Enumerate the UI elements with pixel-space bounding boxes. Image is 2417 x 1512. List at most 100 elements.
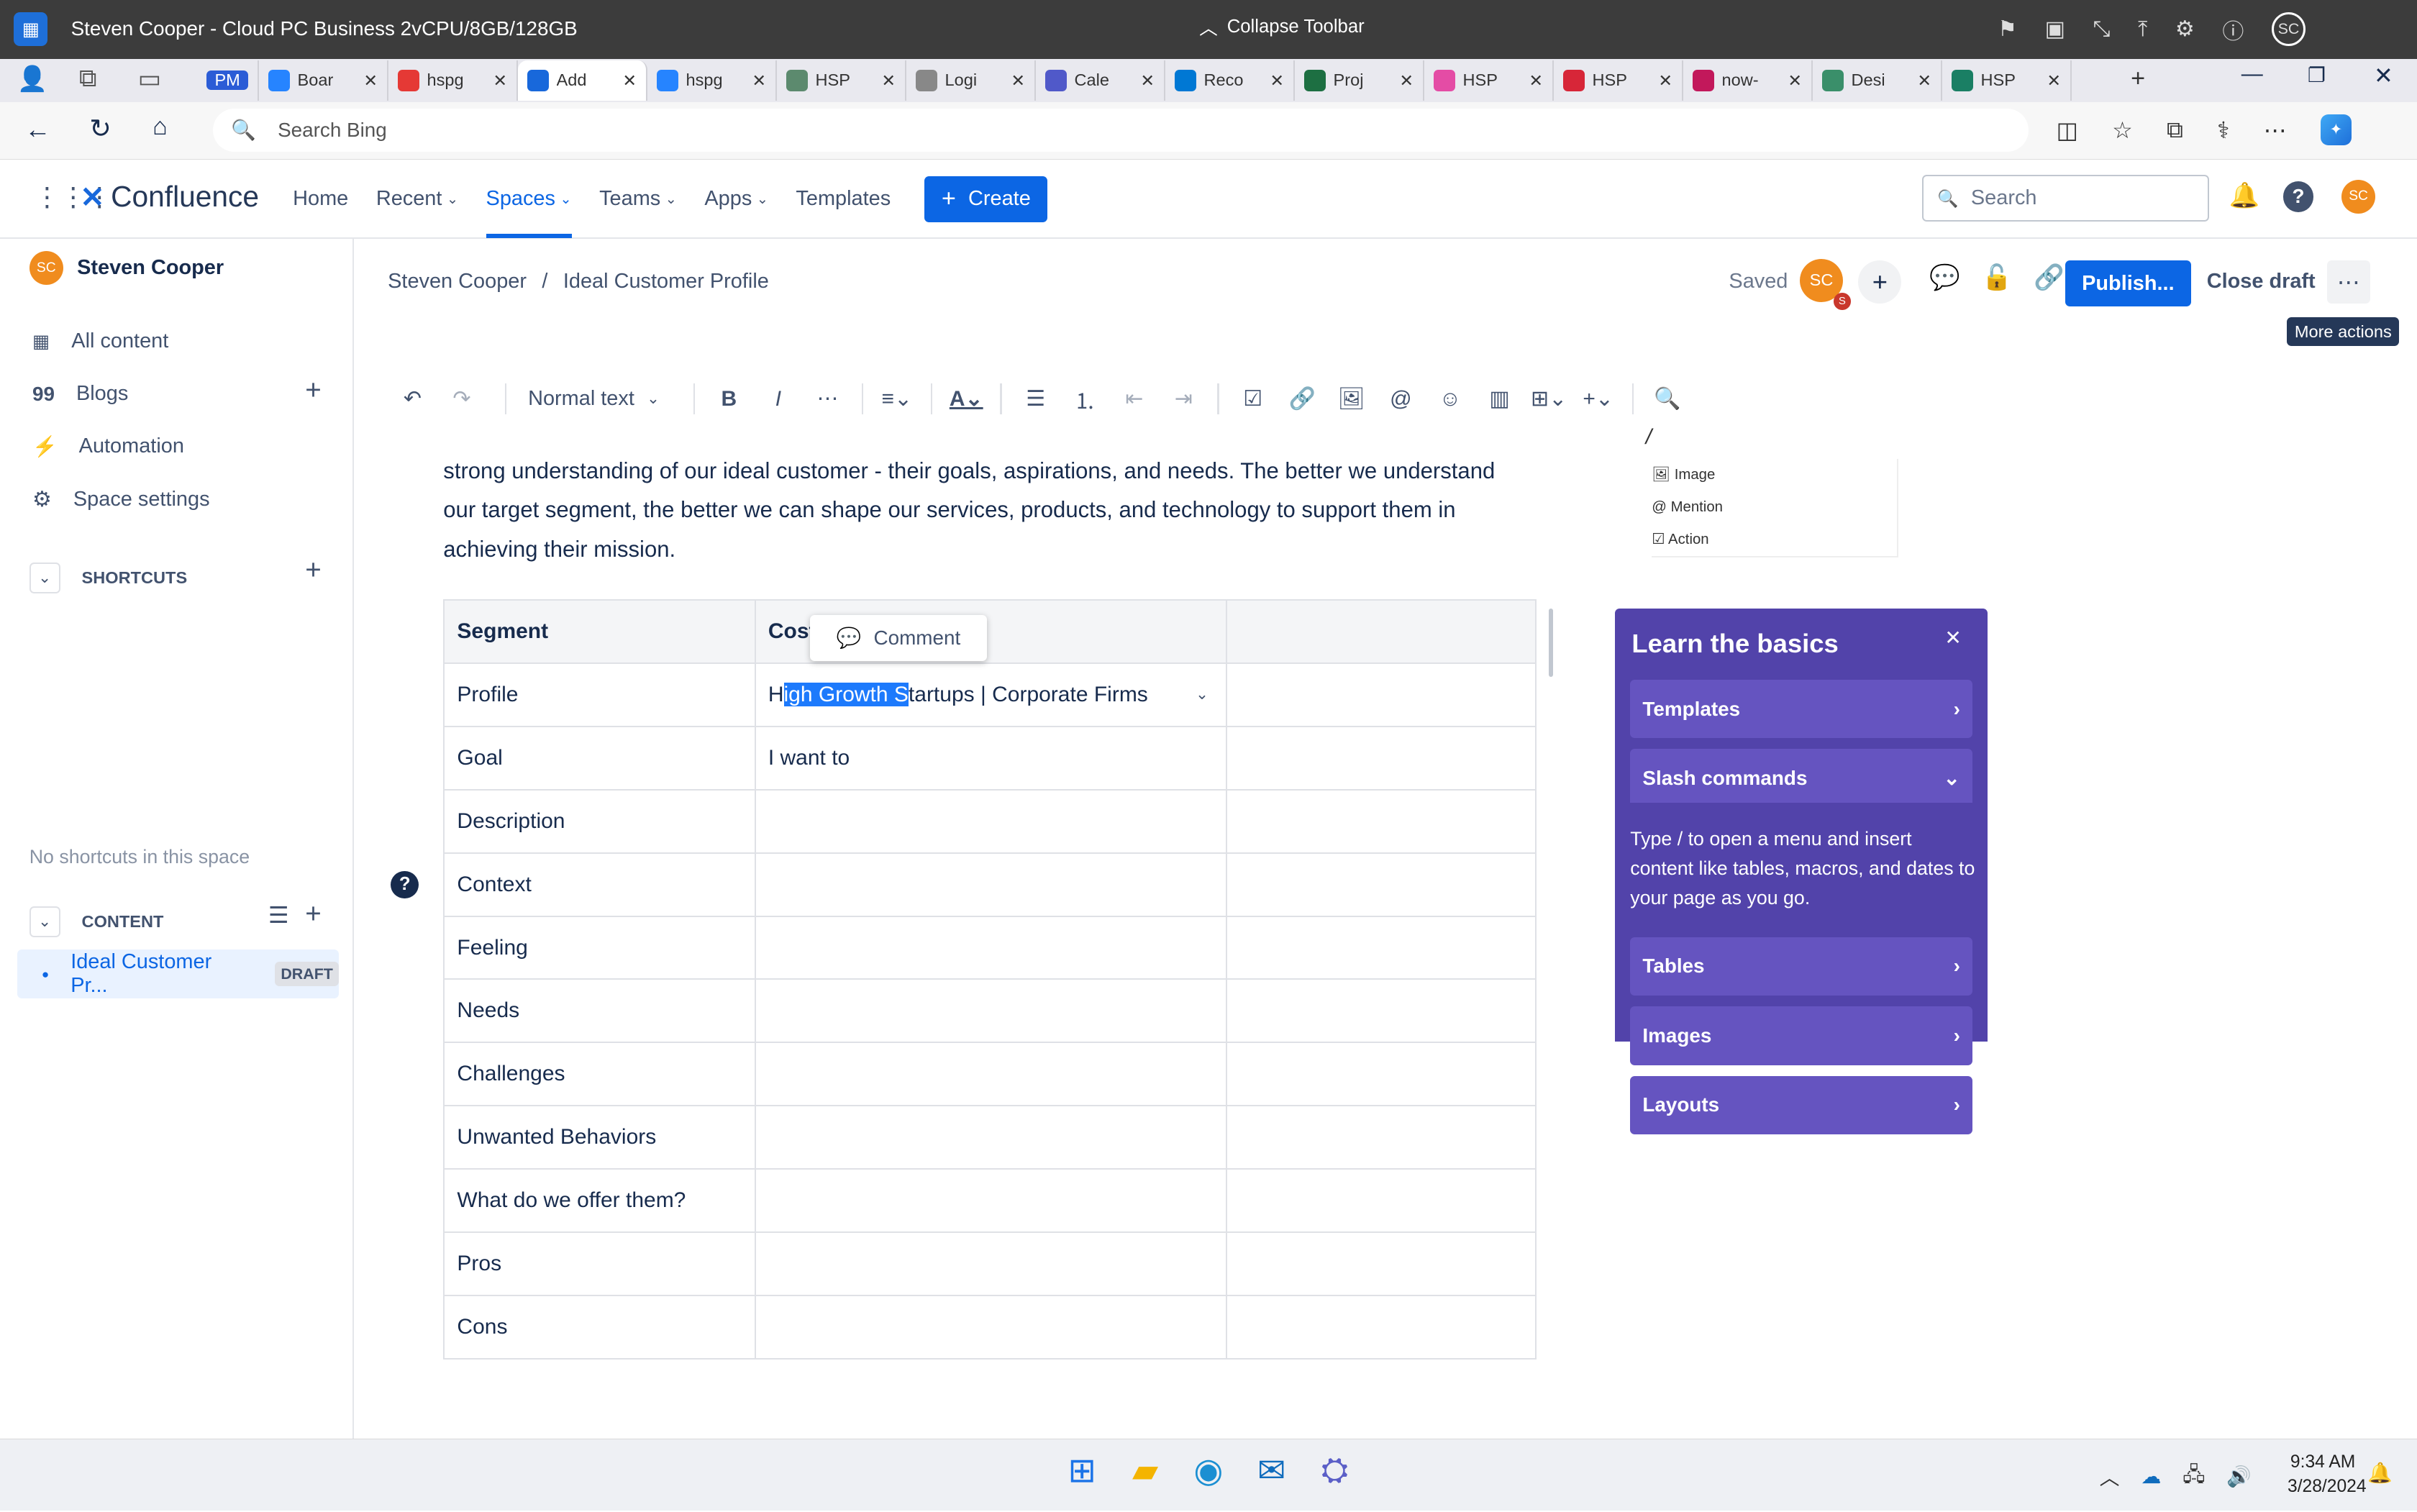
intro-paragraph[interactable]: strong understanding of our ideal custom…	[443, 452, 1553, 570]
refresh-icon[interactable]: ↻	[89, 113, 111, 144]
learn-layouts-row[interactable]: Layouts ›	[1630, 1075, 1972, 1134]
value-cell[interactable]	[754, 1231, 1227, 1296]
table-header-cell[interactable]: Segment	[443, 599, 756, 665]
notifications-icon[interactable]: 🔔	[2229, 181, 2260, 210]
workspaces-icon[interactable]: ⧉	[74, 65, 102, 94]
browser-tab[interactable]: Add ✕	[517, 60, 647, 101]
empty-cell[interactable]	[1225, 1105, 1537, 1170]
add-shortcut-icon[interactable]: +	[305, 555, 322, 586]
close-tab-icon[interactable]: ✕	[363, 70, 378, 91]
numbered-list-icon[interactable]: ⒈	[1063, 378, 1106, 421]
restore-icon[interactable]: ❐	[2308, 63, 2326, 87]
confluence-logo[interactable]: ✕ Confluence	[80, 180, 259, 214]
close-icon[interactable]: ✕	[1944, 626, 1961, 650]
sidebar-item-all-content[interactable]: ▦ All content	[32, 329, 168, 353]
align-icon[interactable]: ≡⌄	[875, 378, 919, 421]
more-actions-button[interactable]: ⋯	[2326, 260, 2370, 304]
segment-cell[interactable]: Context	[443, 852, 756, 917]
invite-icon[interactable]: +	[1858, 260, 1902, 304]
settings-gear-icon[interactable]: ⚙	[2175, 17, 2195, 42]
bold-icon[interactable]: B	[707, 378, 750, 421]
find-icon[interactable]: 🔍	[1646, 378, 1689, 421]
close-tab-icon[interactable]: ✕	[493, 70, 507, 91]
close-tab-icon[interactable]: ✕	[752, 70, 766, 91]
value-cell[interactable]	[754, 1294, 1227, 1360]
customer-profile-table[interactable]: Segment Cost Profile High Growth Startups…	[443, 599, 1537, 1360]
browser-tab[interactable]: hspg ✕	[388, 60, 518, 101]
user-avatar[interactable]: SC	[2341, 179, 2376, 214]
segment-cell[interactable]: Feeling	[443, 915, 756, 980]
clock[interactable]: 9:34 AM 3/28/2024	[2288, 1450, 2367, 1500]
tab-actions-icon[interactable]: ▭	[136, 65, 164, 94]
browser-tab[interactable]: Desi ✕	[1813, 60, 1942, 101]
browser-tab[interactable]: Logi ✕	[906, 60, 1036, 101]
mention-icon[interactable]: @	[1379, 378, 1422, 421]
close-tab-icon[interactable]: ✕	[1270, 70, 1284, 91]
collapse-toolbar-button[interactable]: ︿ Collapse Toolbar	[1199, 14, 1365, 40]
browser-tab[interactable]: Cale ✕	[1036, 60, 1165, 101]
segment-cell[interactable]: What do we offer them?	[443, 1168, 756, 1233]
notification-bell-icon[interactable]: 🔔	[2367, 1461, 2393, 1485]
outdent-icon[interactable]: ⇤	[1113, 378, 1156, 421]
empty-cell[interactable]	[1225, 852, 1537, 917]
empty-cell[interactable]	[1225, 1231, 1537, 1296]
table-header-cell[interactable]	[1225, 599, 1537, 665]
browser-tab[interactable]: Proj ✕	[1295, 60, 1424, 101]
collaborator-avatar[interactable]: SC S	[1799, 258, 1851, 310]
browser-tab[interactable]: HSP ✕	[1424, 60, 1554, 101]
unlock-icon[interactable]: 🔓	[1982, 263, 2013, 292]
filter-icon[interactable]: ☰	[268, 901, 289, 929]
nav-templates[interactable]: Templates	[796, 187, 891, 211]
comments-icon[interactable]: 💬	[1929, 263, 1960, 292]
value-cell[interactable]	[754, 1168, 1227, 1233]
more-icon[interactable]: ⋯	[2264, 117, 2287, 144]
feedback-icon[interactable]: ⚑	[1998, 17, 2017, 42]
empty-cell[interactable]	[1225, 662, 1537, 728]
info-icon[interactable]: ⓘ	[2222, 14, 2244, 45]
favorites-icon[interactable]: ☆	[2112, 117, 2133, 144]
emoji-icon[interactable]: ☺	[1429, 378, 1472, 421]
value-cell[interactable]	[754, 1105, 1227, 1170]
nav-home[interactable]: Home	[293, 187, 348, 211]
browser-tab[interactable]: HSP ✕	[1942, 60, 2072, 101]
action-item-icon[interactable]: ☑	[1232, 378, 1275, 421]
text-color-icon[interactable]: A⌄	[945, 378, 988, 421]
nav-apps[interactable]: Apps ⌄	[704, 187, 768, 211]
shortcuts-header[interactable]: ⌄ SHORTCUTS	[29, 562, 187, 593]
scrollbar[interactable]	[1548, 609, 1554, 677]
segment-cell[interactable]: Needs	[443, 978, 756, 1044]
link-icon[interactable]: 🔗	[1280, 378, 1324, 421]
image-icon[interactable]: ▣	[2045, 17, 2065, 42]
close-tab-icon[interactable]: ✕	[881, 70, 896, 91]
indent-icon[interactable]: ⇥	[1162, 378, 1205, 421]
back-icon[interactable]: ←	[24, 114, 50, 145]
teams-icon[interactable]: ⛭	[1316, 1450, 1353, 1488]
undo-icon[interactable]: ↶	[391, 378, 434, 421]
address-input[interactable]: 🔍 Search Bing	[212, 108, 2029, 152]
help-icon[interactable]: ?	[391, 870, 419, 899]
italic-icon[interactable]: I	[757, 378, 800, 421]
sidebar-item-space-settings[interactable]: ⚙ Space settings	[32, 487, 210, 512]
value-cell[interactable]	[754, 852, 1227, 917]
more-formatting-icon[interactable]: ⋯	[806, 378, 849, 421]
learn-slash-commands-row[interactable]: Slash commands ⌄	[1630, 749, 1972, 808]
value-cell[interactable]	[754, 978, 1227, 1044]
confluence-search-input[interactable]: 🔍 Search	[1922, 175, 2209, 222]
add-blog-icon[interactable]: +	[305, 375, 322, 406]
browser-tab[interactable]: PM✕	[197, 60, 259, 101]
learn-images-row[interactable]: Images ›	[1630, 1006, 1972, 1065]
nav-recent[interactable]: Recent ⌄	[376, 187, 458, 211]
close-tab-icon[interactable]: ✕	[2047, 70, 2061, 91]
insert-icon[interactable]: +⌄	[1577, 378, 1620, 421]
empty-cell[interactable]	[1225, 1042, 1537, 1107]
text-style-select[interactable]: Normal text ⌄	[528, 387, 660, 411]
close-tab-icon[interactable]: ✕	[1658, 70, 1672, 91]
sidebar-item-automation[interactable]: ⚡ Automation	[32, 434, 184, 458]
segment-cell[interactable]: Profile	[443, 662, 756, 728]
minimize-icon[interactable]: —	[2241, 62, 2263, 86]
browser-tab[interactable]: Reco ✕	[1165, 60, 1295, 101]
collections-icon[interactable]: ⧉	[2167, 117, 2183, 144]
learn-tables-row[interactable]: Tables ›	[1630, 937, 1972, 996]
new-tab-icon[interactable]: +	[2124, 65, 2152, 94]
image-icon[interactable]: 🖼	[1330, 378, 1373, 421]
